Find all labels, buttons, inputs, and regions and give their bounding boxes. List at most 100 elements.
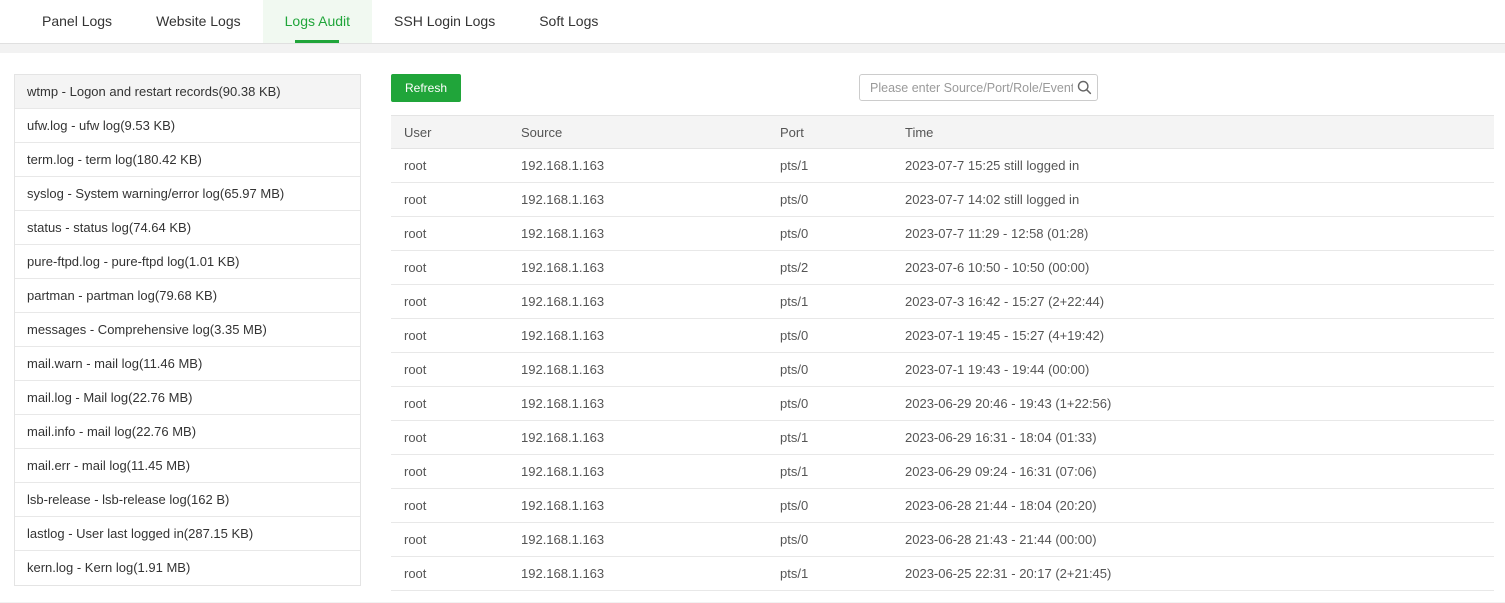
table-row: root192.168.1.163pts/12023-07-3 16:42 - … [391, 285, 1494, 319]
cell-user: root [391, 285, 508, 319]
cell-time: 2023-07-7 14:02 still logged in [892, 183, 1494, 217]
cell-user: root [391, 557, 508, 591]
cell-source: 192.168.1.163 [508, 387, 767, 421]
cell-user: root [391, 217, 508, 251]
log-file-item[interactable]: term.log - term log(180.42 KB) [15, 143, 360, 177]
tab-logs-audit[interactable]: Logs Audit [263, 0, 372, 43]
log-file-item[interactable]: ufw.log - ufw log(9.53 KB) [15, 109, 360, 143]
active-tab-indicator [295, 40, 339, 43]
cell-time: 2023-07-3 16:42 - 15:27 (2+22:44) [892, 285, 1494, 319]
table-row: root192.168.1.163pts/02023-06-29 20:46 -… [391, 387, 1494, 421]
cell-port: pts/0 [767, 217, 892, 251]
table-row: root192.168.1.163pts/12023-06-29 09:24 -… [391, 455, 1494, 489]
tab-label: SSH Login Logs [394, 13, 495, 29]
cell-user: root [391, 455, 508, 489]
cell-port: pts/1 [767, 285, 892, 319]
cell-source: 192.168.1.163 [508, 523, 767, 557]
cell-source: 192.168.1.163 [508, 183, 767, 217]
cell-port: pts/0 [767, 319, 892, 353]
logon-records-table: UserSourcePortTime root192.168.1.163pts/… [391, 115, 1494, 591]
table-body: root192.168.1.163pts/12023-07-7 15:25 st… [391, 149, 1494, 591]
cell-port: pts/0 [767, 489, 892, 523]
log-file-item[interactable]: status - status log(74.64 KB) [15, 211, 360, 245]
log-file-item[interactable]: lastlog - User last logged in(287.15 KB) [15, 517, 360, 551]
log-file-item[interactable]: mail.info - mail log(22.76 MB) [15, 415, 360, 449]
cell-port: pts/0 [767, 523, 892, 557]
cell-user: root [391, 149, 508, 183]
search-icon[interactable] [1077, 80, 1092, 95]
column-header-source: Source [508, 116, 767, 149]
table-row: root192.168.1.163pts/02023-06-28 21:44 -… [391, 489, 1494, 523]
cell-time: 2023-06-28 21:43 - 21:44 (00:00) [892, 523, 1494, 557]
tab-label: Logs Audit [285, 13, 350, 29]
tab-label: Website Logs [156, 13, 241, 29]
cell-source: 192.168.1.163 [508, 149, 767, 183]
search-box [859, 74, 1098, 101]
log-file-item[interactable]: lsb-release - lsb-release log(162 B) [15, 483, 360, 517]
tab-website-logs[interactable]: Website Logs [134, 0, 263, 43]
table-row: root192.168.1.163pts/12023-06-25 22:31 -… [391, 557, 1494, 591]
cell-source: 192.168.1.163 [508, 455, 767, 489]
cell-time: 2023-07-6 10:50 - 10:50 (00:00) [892, 251, 1494, 285]
table-row: root192.168.1.163pts/02023-07-7 11:29 - … [391, 217, 1494, 251]
tab-panel-logs[interactable]: Panel Logs [20, 0, 134, 43]
cell-time: 2023-07-7 15:25 still logged in [892, 149, 1494, 183]
log-file-item[interactable]: mail.log - Mail log(22.76 MB) [15, 381, 360, 415]
cell-user: root [391, 421, 508, 455]
column-header-user: User [391, 116, 508, 149]
toolbar: Refresh [391, 74, 1098, 102]
cell-source: 192.168.1.163 [508, 421, 767, 455]
cell-user: root [391, 489, 508, 523]
log-file-item[interactable]: mail.warn - mail log(11.46 MB) [15, 347, 360, 381]
table-row: root192.168.1.163pts/22023-07-6 10:50 - … [391, 251, 1494, 285]
main-area: Refresh UserSourcePortTime [391, 74, 1494, 591]
table-row: root192.168.1.163pts/02023-07-1 19:45 - … [391, 319, 1494, 353]
cell-source: 192.168.1.163 [508, 319, 767, 353]
cell-user: root [391, 353, 508, 387]
cell-port: pts/0 [767, 183, 892, 217]
log-file-item[interactable]: syslog - System warning/error log(65.97 … [15, 177, 360, 211]
cell-port: pts/0 [767, 387, 892, 421]
cell-time: 2023-06-25 22:31 - 20:17 (2+21:45) [892, 557, 1494, 591]
table-row: root192.168.1.163pts/12023-07-7 15:25 st… [391, 149, 1494, 183]
table-row: root192.168.1.163pts/02023-07-1 19:43 - … [391, 353, 1494, 387]
tab-bar: Panel Logs Website Logs Logs Audit SSH Logi… [0, 0, 1505, 44]
cell-source: 192.168.1.163 [508, 251, 767, 285]
cell-time: 2023-06-29 09:24 - 16:31 (07:06) [892, 455, 1494, 489]
cell-time: 2023-06-29 20:46 - 19:43 (1+22:56) [892, 387, 1494, 421]
log-file-item[interactable]: pure-ftpd.log - pure-ftpd log(1.01 KB) [15, 245, 360, 279]
cell-source: 192.168.1.163 [508, 353, 767, 387]
cell-port: pts/1 [767, 455, 892, 489]
cell-time: 2023-07-1 19:45 - 15:27 (4+19:42) [892, 319, 1494, 353]
table-header-row: UserSourcePortTime [391, 116, 1494, 149]
column-header-time: Time [892, 116, 1494, 149]
log-file-item[interactable]: messages - Comprehensive log(3.35 MB) [15, 313, 360, 347]
cell-source: 192.168.1.163 [508, 557, 767, 591]
cell-source: 192.168.1.163 [508, 217, 767, 251]
tab-ssh-login-logs[interactable]: SSH Login Logs [372, 0, 517, 43]
log-file-item[interactable]: kern.log - Kern log(1.91 MB) [15, 551, 360, 585]
cell-user: root [391, 183, 508, 217]
cell-user: root [391, 387, 508, 421]
table-row: root192.168.1.163pts/02023-06-28 21:43 -… [391, 523, 1494, 557]
table-row: root192.168.1.163pts/02023-07-7 14:02 st… [391, 183, 1494, 217]
cell-source: 192.168.1.163 [508, 489, 767, 523]
log-file-item[interactable]: wtmp - Logon and restart records(90.38 K… [15, 75, 360, 109]
table-row: root192.168.1.163pts/12023-06-29 16:31 -… [391, 421, 1494, 455]
log-file-item[interactable]: partman - partman log(79.68 KB) [15, 279, 360, 313]
column-header-port: Port [767, 116, 892, 149]
cell-port: pts/1 [767, 557, 892, 591]
cell-source: 192.168.1.163 [508, 285, 767, 319]
log-file-item[interactable]: mail.err - mail log(11.45 MB) [15, 449, 360, 483]
tab-soft-logs[interactable]: Soft Logs [517, 0, 620, 43]
cell-user: root [391, 319, 508, 353]
tab-label: Panel Logs [42, 13, 112, 29]
search-input[interactable] [859, 74, 1098, 101]
cell-port: pts/1 [767, 421, 892, 455]
cell-user: root [391, 251, 508, 285]
cell-user: root [391, 523, 508, 557]
cell-port: pts/1 [767, 149, 892, 183]
refresh-button[interactable]: Refresh [391, 74, 461, 102]
cell-port: pts/2 [767, 251, 892, 285]
content-panel: wtmp - Logon and restart records(90.38 K… [0, 53, 1505, 602]
